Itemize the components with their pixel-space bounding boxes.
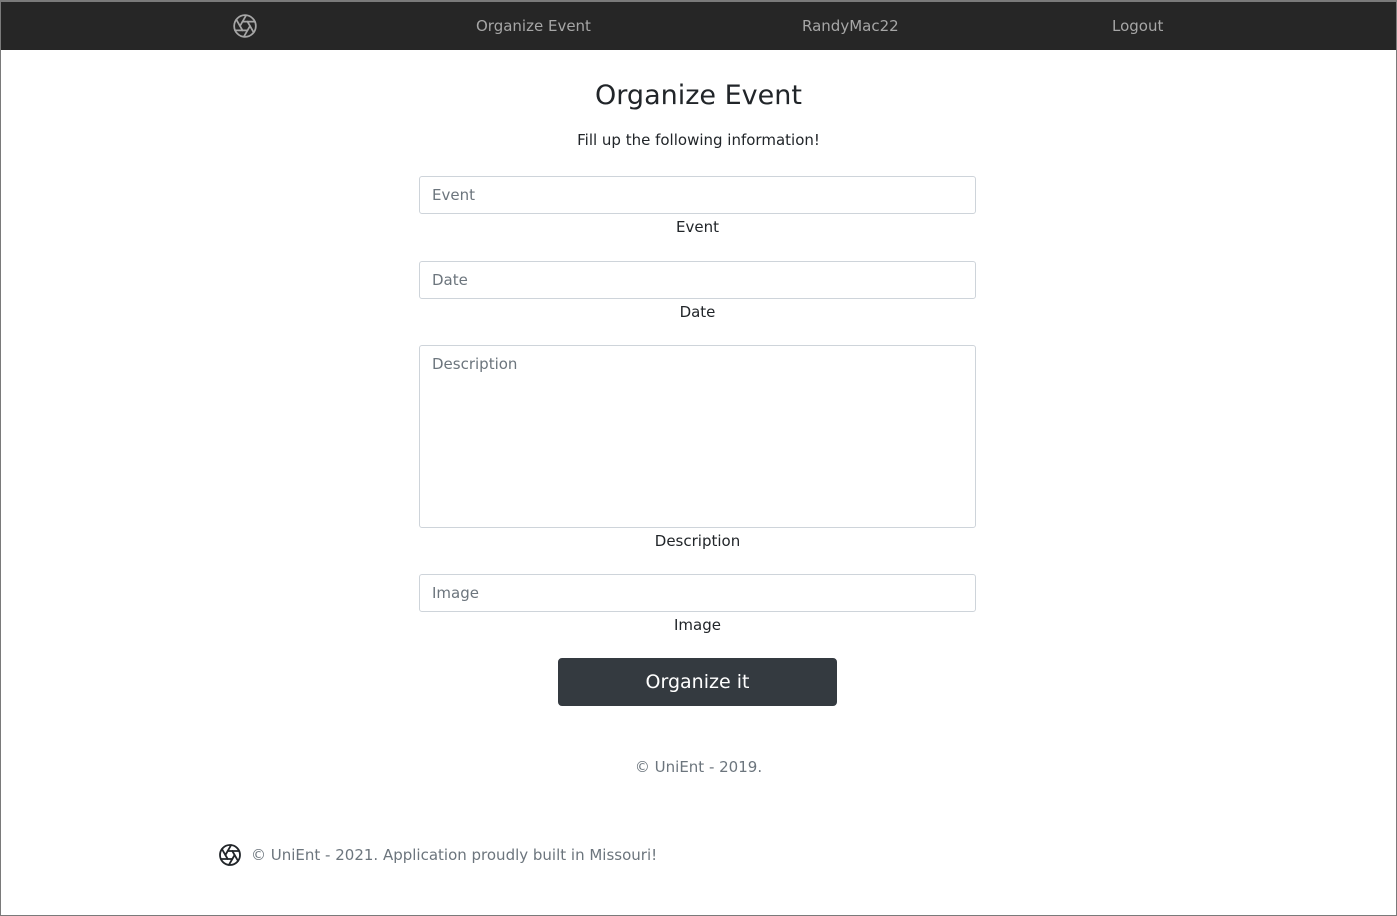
nav-username-link[interactable]: RandyMac22 xyxy=(802,17,899,35)
nav-organize-event-link[interactable]: Organize Event xyxy=(476,17,591,35)
description-label: Description xyxy=(654,532,741,550)
image-label: Image xyxy=(674,616,721,634)
top-navbar: Organize Event RandyMac22 Logout xyxy=(1,2,1396,50)
date-label: Date xyxy=(679,303,716,321)
event-input[interactable] xyxy=(419,176,976,214)
aperture-icon[interactable] xyxy=(232,13,258,39)
footer-copyright-text: © UniEnt - 2021. Application proudly bui… xyxy=(251,846,658,864)
aperture-icon xyxy=(219,844,241,866)
page-title: Organize Event xyxy=(595,80,802,111)
event-label: Event xyxy=(676,218,719,236)
date-input[interactable] xyxy=(419,261,976,299)
image-input[interactable] xyxy=(419,574,976,612)
copyright-text: © UniEnt - 2019. xyxy=(634,758,763,776)
page-subtitle: Fill up the following information! xyxy=(577,131,820,149)
organize-it-button[interactable]: Organize it xyxy=(558,658,837,706)
nav-logout-link[interactable]: Logout xyxy=(1112,17,1163,35)
description-textarea[interactable] xyxy=(419,345,976,528)
